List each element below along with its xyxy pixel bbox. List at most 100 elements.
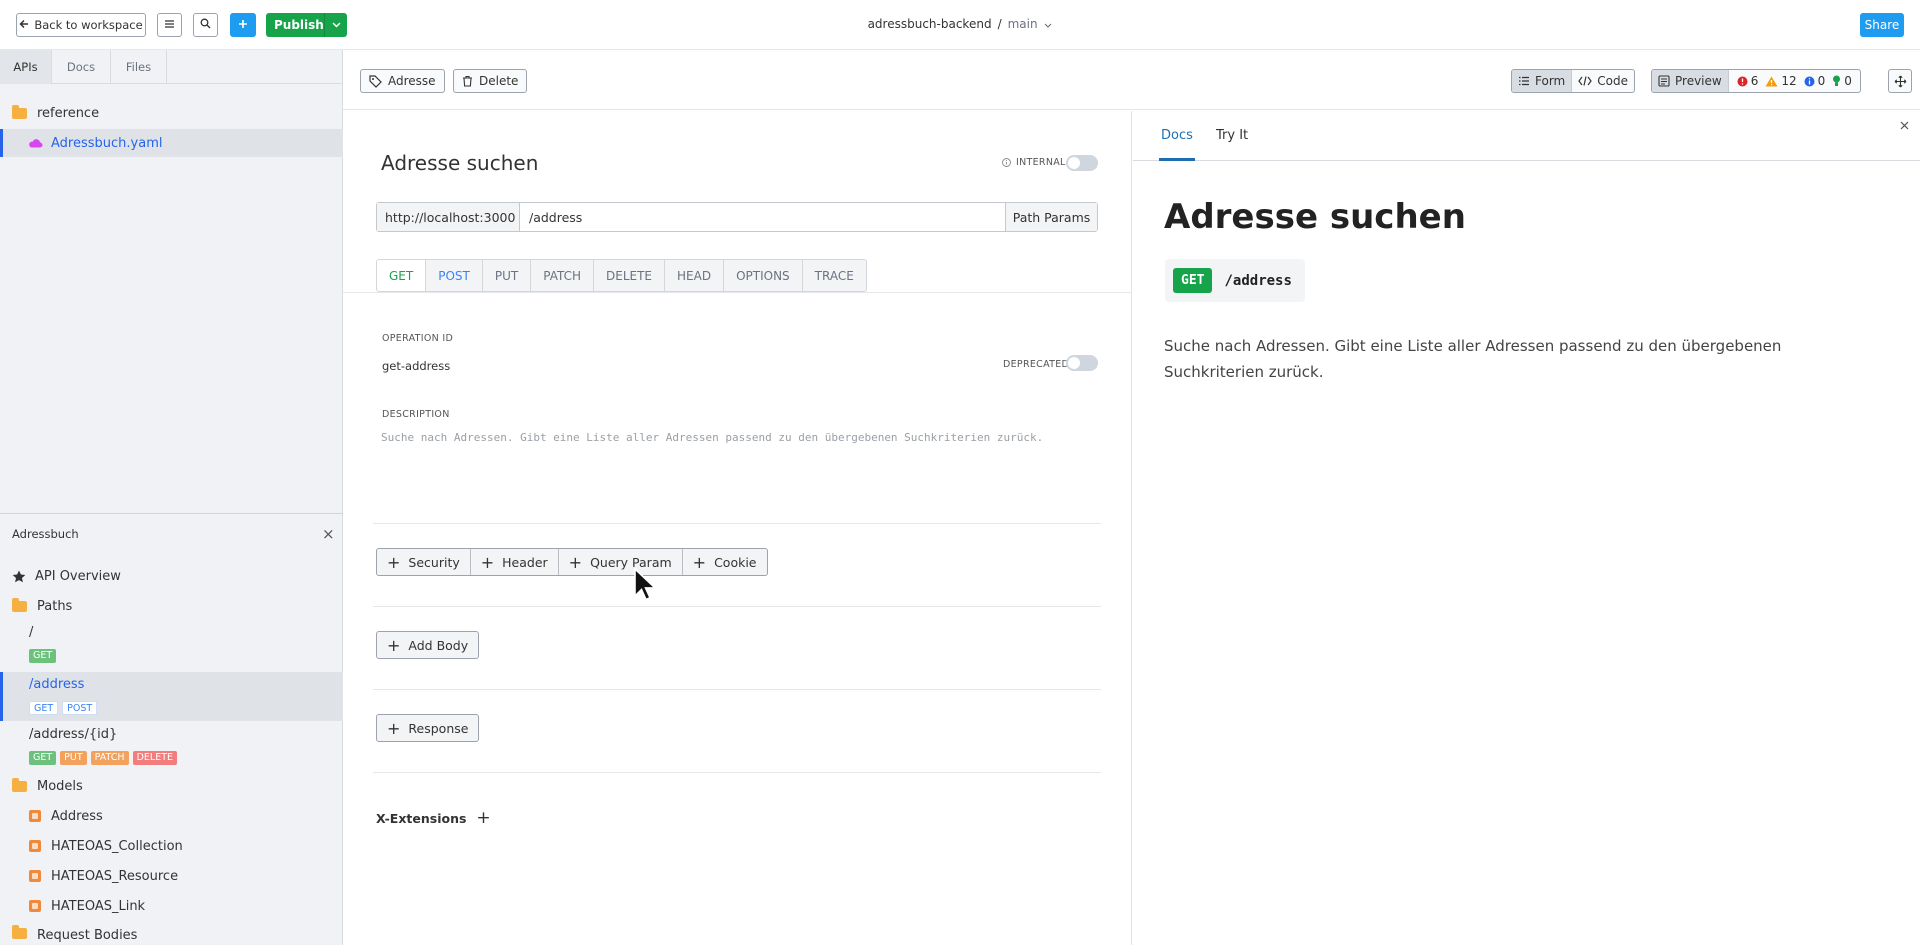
tab-files[interactable]: Files <box>111 50 167 84</box>
form-label: Form <box>1535 74 1566 88</box>
operation-id-input[interactable]: get-address <box>382 359 450 373</box>
project-name[interactable]: adressbuch-backend <box>868 17 992 31</box>
method-tabs: GET POST PUT PATCH DELETE HEAD OPTIONS T… <box>376 259 867 292</box>
path-label: /address <box>29 677 85 692</box>
path-item-root[interactable]: / GET <box>0 620 343 668</box>
tab-try-it[interactable]: Try It <box>1216 128 1248 143</box>
method-badge-get: GET <box>29 701 59 715</box>
hint-count: 0 <box>1844 74 1852 88</box>
models-label: Models <box>37 778 83 794</box>
header-label: Header <box>502 554 548 570</box>
tab-apis[interactable]: APIs <box>0 50 52 84</box>
path-label: / <box>29 625 34 640</box>
add-x-extension-icon[interactable]: + <box>476 808 490 828</box>
method-tab-post[interactable]: POST <box>426 260 483 291</box>
preview-toggle-button[interactable]: Preview <box>1652 70 1729 92</box>
close-icon[interactable] <box>1900 119 1909 134</box>
path-input[interactable]: /address <box>520 203 1005 231</box>
add-response-button[interactable]: + Response <box>376 714 480 742</box>
description-textarea[interactable]: Suche nach Adressen. Gibt eine Liste all… <box>381 429 1081 447</box>
method-badges: GET PUT PATCH DELETE <box>29 751 181 765</box>
model-item-hateoas-resource[interactable]: HATEOAS_Resource <box>0 862 343 890</box>
method-tab-get[interactable]: GET <box>377 260 427 291</box>
selection-indicator <box>0 672 3 721</box>
add-body-button[interactable]: + Add Body <box>376 631 480 659</box>
trash-icon <box>462 75 473 87</box>
form-view-button[interactable]: Form <box>1512 70 1573 92</box>
panel-divider[interactable] <box>0 513 343 514</box>
request-bodies-label: Request Bodies <box>37 928 138 943</box>
info-icon <box>1804 76 1815 87</box>
folder-icon <box>12 925 27 939</box>
method-tab-delete[interactable]: DELETE <box>594 260 666 291</box>
plus-icon: + <box>387 552 401 572</box>
panel-title: Adressbuch <box>12 527 79 541</box>
method-tab-options[interactable]: OPTIONS <box>724 260 803 291</box>
code-label: Code <box>1597 74 1628 88</box>
add-query-param-button[interactable]: + Query Param <box>559 549 683 575</box>
selection-indicator <box>0 129 3 157</box>
server-host[interactable]: http://localhost:3000 <box>377 203 520 231</box>
delete-button[interactable]: Delete <box>453 69 528 93</box>
nav-request-bodies-folder[interactable]: Request Bodies <box>0 922 343 944</box>
path-item-address-id[interactable]: /address/{id} GET PUT PATCH DELETE <box>0 722 343 770</box>
info-circle-icon <box>1002 158 1011 167</box>
active-tab-indicator <box>1159 158 1195 161</box>
tree-file-adressbuch[interactable]: Adressbuch.yaml <box>0 129 343 157</box>
x-extensions-label: X-Extensions <box>376 810 467 826</box>
cube-icon <box>29 900 41 912</box>
tag-button[interactable]: Adresse <box>360 69 445 93</box>
diagnostics-button[interactable]: 6 12 0 0 <box>1729 70 1860 92</box>
breadcrumb-separator: / <box>997 17 1002 31</box>
model-item-address[interactable]: Address <box>0 802 343 830</box>
path-params-button[interactable]: Path Params <box>1005 203 1097 231</box>
chevron-down-icon[interactable] <box>1044 17 1052 31</box>
plus-icon: + <box>387 718 401 738</box>
branch-name[interactable]: main <box>1008 17 1038 31</box>
method-tab-patch[interactable]: PATCH <box>531 260 594 291</box>
add-security-button[interactable]: + Security <box>377 549 471 575</box>
plus-icon: + <box>692 552 707 572</box>
expand-button[interactable] <box>1888 69 1912 93</box>
method-tab-trace[interactable]: TRACE <box>803 260 866 291</box>
tree-folder-reference[interactable]: reference <box>0 99 343 127</box>
share-button[interactable]: Share <box>1860 13 1904 37</box>
internal-toggle[interactable] <box>1066 155 1098 171</box>
model-item-hateoas-collection[interactable]: HATEOAS_Collection <box>0 832 343 860</box>
operation-title[interactable]: Adresse suchen <box>381 151 538 175</box>
tab-docs[interactable]: Docs <box>52 50 111 84</box>
add-header-button[interactable]: + Header <box>471 549 559 575</box>
cube-icon <box>29 810 41 822</box>
tab-docs-preview[interactable]: Docs <box>1161 128 1193 143</box>
sidebar-tabs: APIs Docs Files <box>0 50 343 84</box>
plus-icon: + <box>387 635 401 655</box>
warning-icon <box>1765 76 1778 87</box>
code-view-button[interactable]: Code <box>1572 70 1634 92</box>
mouse-cursor <box>633 567 658 606</box>
path-label: /address/{id} <box>29 727 118 742</box>
method-tab-put[interactable]: PUT <box>483 260 532 291</box>
method-badge-post: POST <box>62 701 98 715</box>
model-item-hateoas-link[interactable]: HATEOAS_Link <box>0 892 343 920</box>
code-icon <box>1578 76 1592 86</box>
close-icon[interactable]: × <box>322 525 335 543</box>
method-tab-head[interactable]: HEAD <box>665 260 725 291</box>
preview-diagnostics-group: Preview 6 12 0 0 <box>1651 69 1861 93</box>
preview-label: Preview <box>1675 74 1722 88</box>
nav-models-folder[interactable]: Models <box>0 772 343 800</box>
preview-endpoint: GET /address <box>1165 259 1305 302</box>
left-sidebar: APIs Docs Files reference Adressbuch.yam… <box>0 50 343 945</box>
preview-description: Suche nach Adressen. Gibt eine Liste all… <box>1164 337 1782 381</box>
path-item-address[interactable]: /address GET POST <box>0 672 343 721</box>
tree-file-label: Adressbuch.yaml <box>51 135 163 151</box>
method-badges: GET POST <box>29 701 101 715</box>
deprecated-toggle[interactable] <box>1066 355 1098 371</box>
preview-title: Adresse suchen <box>1164 197 1466 237</box>
project-breadcrumb[interactable]: adressbuch-backend / main <box>0 17 1920 31</box>
add-cookie-button[interactable]: + Cookie <box>683 549 767 575</box>
query-param-label: Query Param <box>590 554 672 570</box>
nav-paths-folder[interactable]: Paths <box>0 592 343 620</box>
nav-api-overview[interactable]: API Overview <box>0 562 343 590</box>
divider <box>343 292 1132 293</box>
list-icon <box>1518 76 1530 86</box>
